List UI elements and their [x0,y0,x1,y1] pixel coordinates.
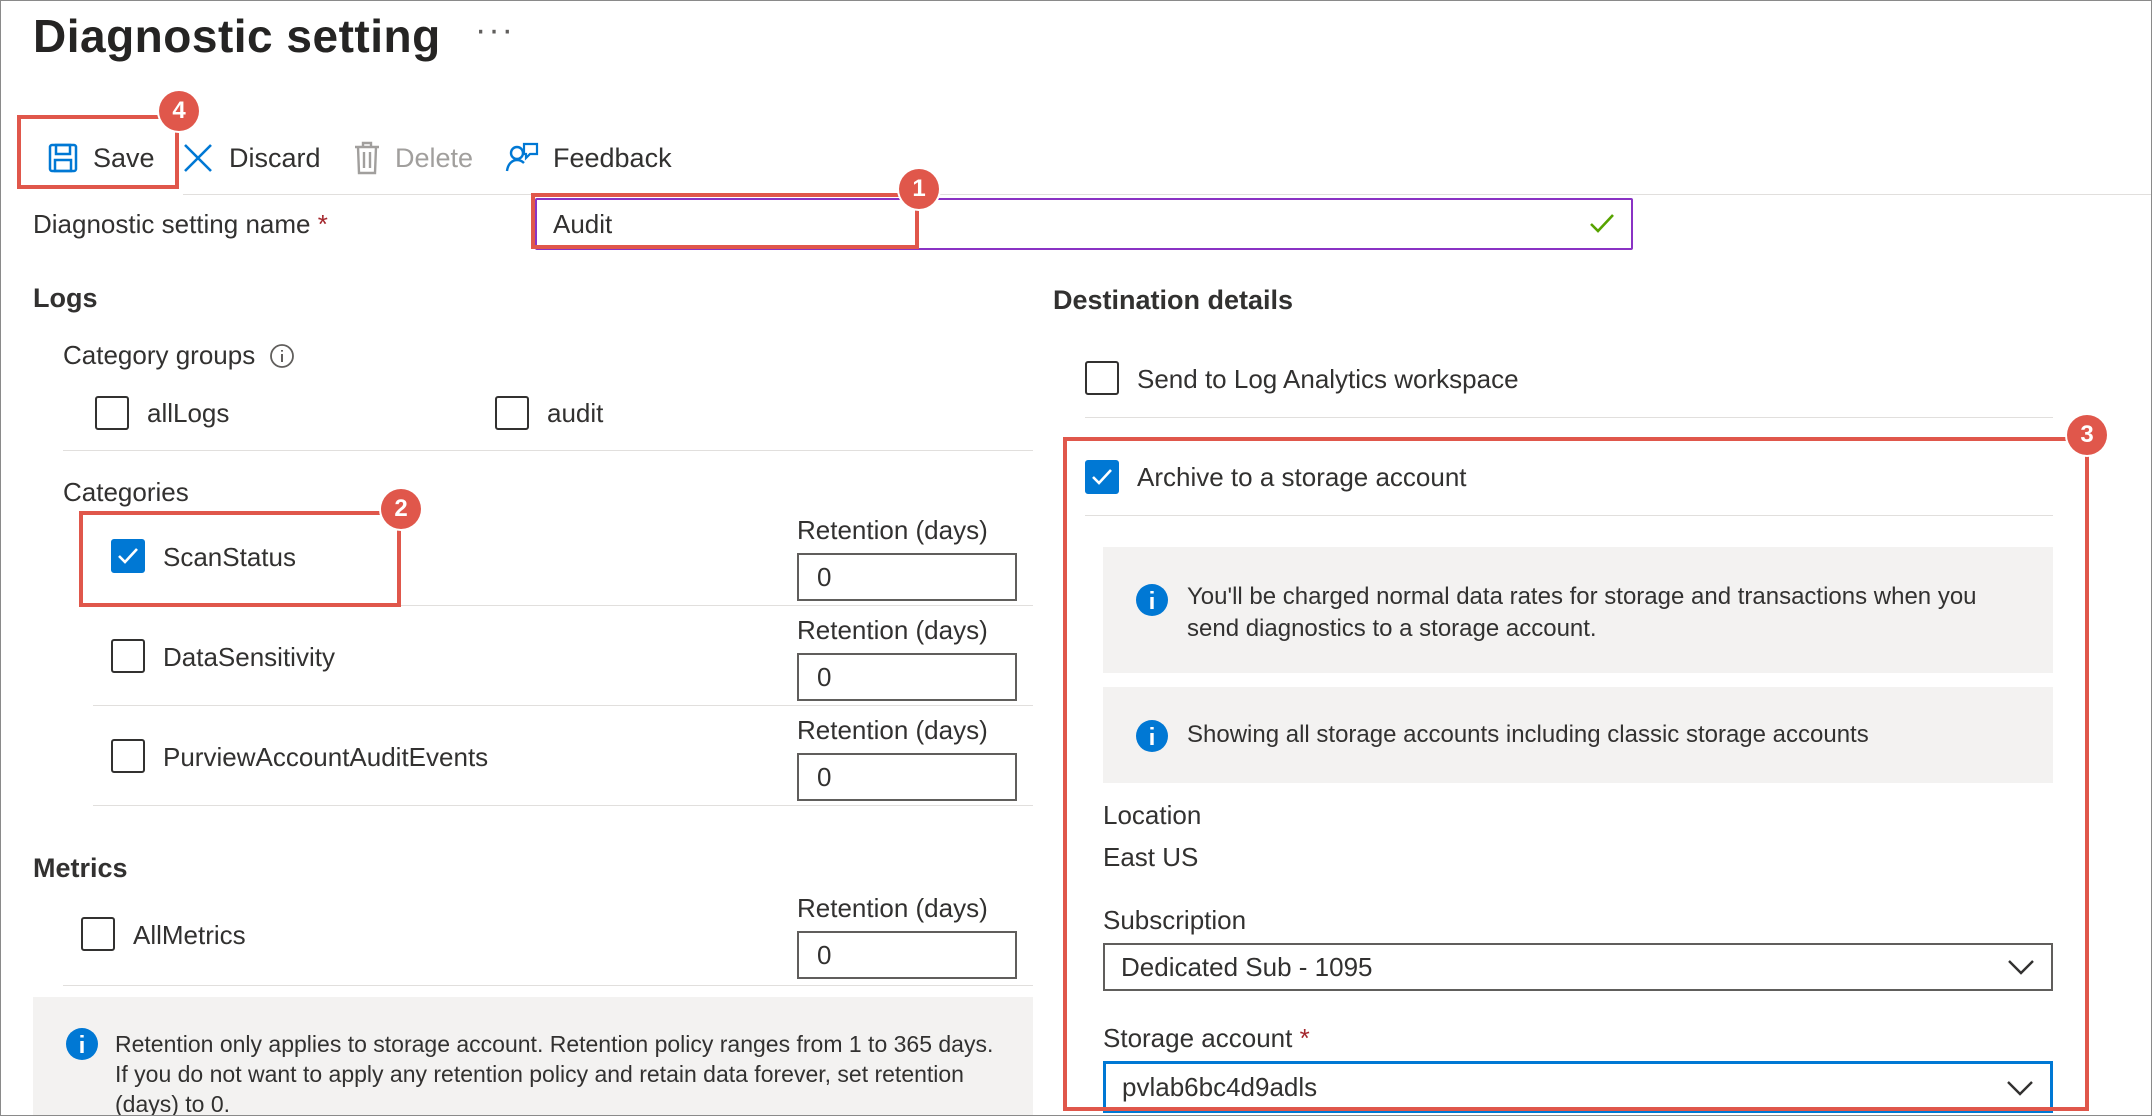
highlight-name [531,193,919,249]
retention-label: Retention (days) [797,893,988,923]
highlight-archive-storage [1063,437,2089,1111]
retention-info-text: Retention only applies to storage accoun… [115,1031,994,1116]
divider [93,705,1033,706]
logs-heading: Logs [33,283,98,313]
feedback-icon [505,142,539,172]
log-analytics-label: Send to Log Analytics workspace [1137,364,1519,394]
purviewaccountauditevents-checkbox[interactable] [111,739,145,773]
datasensitivity-checkbox[interactable] [111,639,145,673]
step-badge-4: 4 [159,91,199,131]
retention-label: Retention (days) [797,715,988,745]
destination-details-heading: Destination details [1053,285,1294,315]
diagnostic-setting-page: Diagnostic setting ··· Save Discard Dele… [0,0,2152,1116]
step-badge-1: 1 [899,169,939,209]
category-groups-label: Category groups [63,340,295,371]
metrics-heading: Metrics [33,853,128,883]
alllogs-label: allLogs [147,398,230,428]
close-icon [184,144,212,172]
highlight-scanstatus [79,511,401,607]
alllogs-checkbox[interactable] [95,396,129,430]
highlight-save [17,115,179,189]
discard-label: Discard [229,142,321,173]
feedback-button[interactable]: Feedback [505,135,672,181]
audit-checkbox[interactable] [495,396,529,430]
categories-label: Categories [63,477,189,507]
scanstatus-retention-input[interactable]: 0 [797,553,1017,601]
delete-label: Delete [395,142,474,173]
more-options-button[interactable]: ··· [475,11,515,50]
toolbar-divider [183,194,2151,195]
datasensitivity-label: DataSensitivity [163,642,335,672]
retention-info-panel: Retention only applies to storage accoun… [33,997,1033,1116]
trash-icon [355,141,379,175]
info-icon [66,1028,98,1060]
allmetrics-retention-input[interactable]: 0 [797,931,1017,979]
retention-label: Retention (days) [797,515,988,545]
audit-label: audit [547,398,604,428]
divider [1085,417,2053,418]
allmetrics-checkbox[interactable] [81,917,115,951]
purviewaccountauditevents-label: PurviewAccountAuditEvents [163,742,489,772]
step-badge-2: 2 [381,489,421,529]
divider [93,805,1033,806]
purviewaccountauditevents-retention-input[interactable]: 0 [797,753,1017,801]
divider [63,985,1033,986]
datasensitivity-retention-input[interactable]: 0 [797,653,1017,701]
check-icon [1590,214,1614,233]
allmetrics-label: AllMetrics [133,920,246,950]
divider [63,450,1033,451]
discard-button[interactable]: Discard [181,135,321,181]
step-badge-3: 3 [2067,415,2107,455]
log-analytics-checkbox[interactable] [1085,361,1119,395]
name-field-label: Diagnostic setting name * [33,209,328,239]
delete-button[interactable]: Delete [353,135,473,181]
required-marker: * [317,209,328,239]
page-title: Diagnostic setting [33,10,441,62]
feedback-label: Feedback [553,142,672,173]
info-icon[interactable] [269,343,295,369]
retention-label: Retention (days) [797,615,988,645]
